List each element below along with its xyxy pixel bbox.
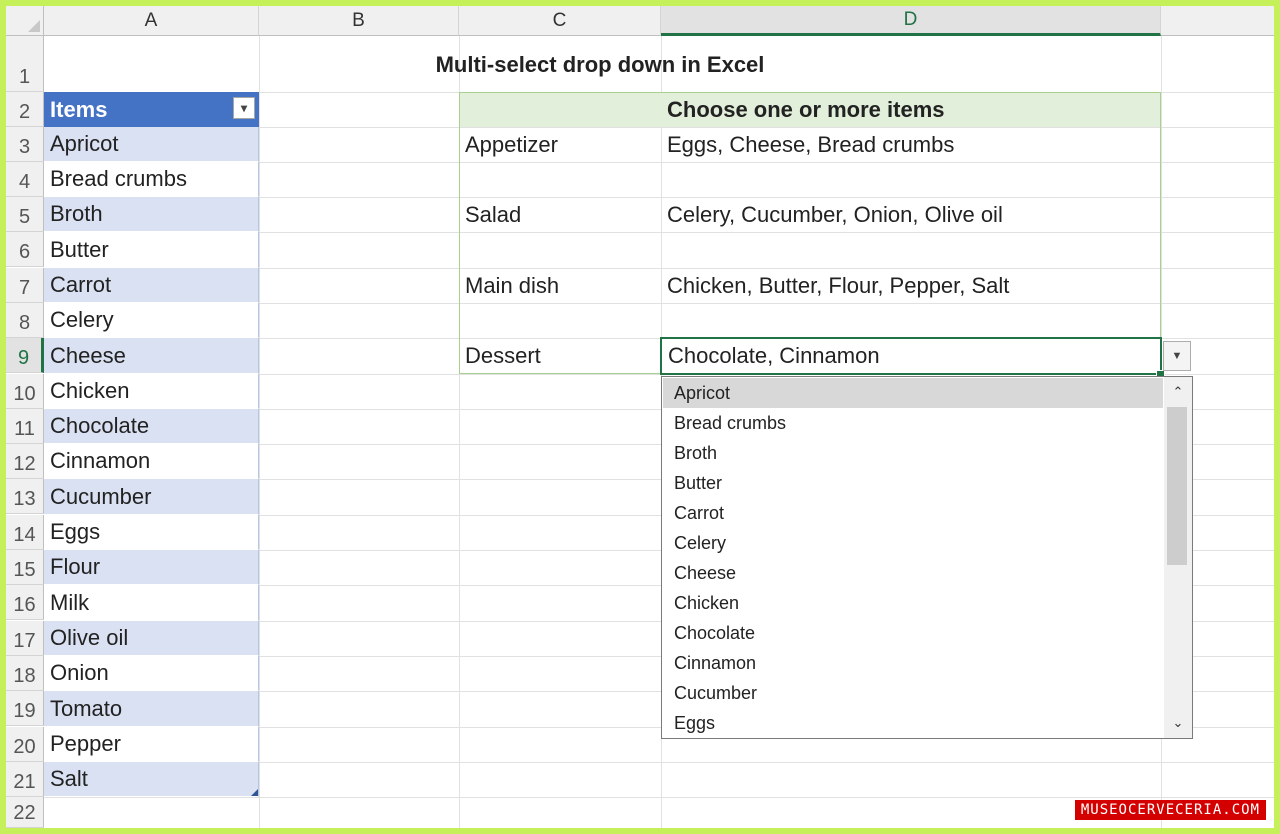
row-header-17[interactable]: 17 [6,621,44,656]
dropdown-option[interactable]: Carrot [663,498,1163,528]
items-cell[interactable]: Cinnamon [44,444,259,479]
row-header-2[interactable]: 2 [6,92,44,127]
column-header-e[interactable] [1161,6,1274,36]
row-header-12[interactable]: 12 [6,444,44,479]
items-cell[interactable]: Chocolate [44,409,259,444]
watermark: MUSEOCERVECERIA.COM [1074,800,1266,820]
sheet-title[interactable]: Multi-select drop down in Excel [300,40,900,90]
row-header-21[interactable]: 21 [6,762,44,797]
dropdown-option[interactable]: Celery [663,528,1163,558]
items-cell[interactable]: Cheese [44,338,259,374]
row-header-7[interactable]: 7 [6,268,44,303]
row-header-20[interactable]: 20 [6,727,44,762]
dropdown-scrollbar[interactable]: ⌃ ⌄ [1164,377,1192,738]
items-cell[interactable]: Carrot [44,268,259,303]
items-cell[interactable]: Celery [44,303,259,338]
row-header-9[interactable]: 9 [6,338,44,373]
row-header-11[interactable]: 11 [6,409,44,444]
chevron-down-icon[interactable]: ⌄ [1164,710,1192,736]
column-header-d[interactable]: D [661,6,1161,36]
gridline [44,797,1280,798]
items-cell[interactable]: Flour [44,550,259,585]
choice-label-main-dish[interactable]: Main dish [459,268,661,303]
row-header-6[interactable]: 6 [6,232,44,267]
items-cell[interactable]: Broth [44,197,259,232]
choice-value-appetizer[interactable]: Eggs, Cheese, Bread crumbs [661,127,1161,162]
choices-header[interactable]: Choose one or more items [459,92,1161,127]
row-header-1[interactable]: 1 [6,36,44,92]
items-cell[interactable]: Onion [44,656,259,691]
row-header-19[interactable]: 19 [6,691,44,726]
dropdown-option[interactable]: Butter [663,468,1163,498]
items-cell[interactable]: Cucumber [44,479,259,515]
choice-label-appetizer[interactable]: Appetizer [459,127,661,162]
row-header-8[interactable]: 8 [6,303,44,338]
dropdown-option[interactable]: Bread crumbs [663,408,1163,438]
scrollbar-thumb[interactable] [1167,407,1187,565]
select-all-corner[interactable] [6,6,44,36]
items-cell[interactable]: Apricot [44,127,259,162]
column-header-c[interactable]: C [459,6,661,36]
row-header-15[interactable]: 15 [6,550,44,585]
dropdown-list[interactable]: Apricot Bread crumbs Broth Butter Carrot… [661,376,1193,739]
row-header-10[interactable]: 10 [6,374,44,409]
table-resize-handle[interactable] [251,789,258,796]
column-header-a[interactable]: A [44,6,259,36]
row-header-3[interactable]: 3 [6,127,44,162]
choice-label-salad[interactable]: Salad [459,197,661,232]
filter-dropdown-icon[interactable]: ▾ [233,97,255,119]
items-header-label: Items [50,96,108,122]
dropdown-option[interactable]: Cucumber [663,678,1163,708]
items-table-header[interactable]: Items ▾ [44,92,259,127]
row-header-13[interactable]: 13 [6,479,44,514]
items-cell[interactable]: Milk [44,585,259,621]
dropdown-option[interactable]: Eggs [663,708,1163,738]
row-header-5[interactable]: 5 [6,197,44,232]
items-cell[interactable]: Eggs [44,515,259,550]
dropdown-option[interactable]: Chicken [663,588,1163,618]
chevron-down-icon[interactable]: ▼ [1163,341,1191,371]
column-header-b[interactable]: B [259,6,459,36]
items-cell[interactable]: Olive oil [44,621,259,656]
items-cell[interactable]: Bread crumbs [44,162,259,197]
dropdown-option[interactable]: Apricot [663,378,1163,408]
dropdown-option[interactable]: Cheese [663,558,1163,588]
row-header-18[interactable]: 18 [6,656,44,691]
choice-label-dessert[interactable]: Dessert [459,338,661,374]
row-header-14[interactable]: 14 [6,515,44,550]
items-cell[interactable]: Pepper [44,727,259,762]
items-cell[interactable]: Chicken [44,374,259,409]
dropdown-option[interactable]: Cinnamon [663,648,1163,678]
items-cell[interactable]: Tomato [44,691,259,727]
items-cell[interactable]: Salt [44,762,259,797]
dropdown-option[interactable]: Chocolate [663,618,1163,648]
items-cell[interactable]: Butter [44,232,259,268]
gridline [259,36,260,834]
choice-value-dessert-active[interactable]: Chocolate, Cinnamon [660,337,1162,375]
row-header-22[interactable]: 22 [6,797,44,828]
row-header-4[interactable]: 4 [6,162,44,197]
choice-value-main-dish[interactable]: Chicken, Butter, Flour, Pepper, Salt [661,268,1161,303]
row-header-16[interactable]: 16 [6,585,44,620]
chevron-up-icon[interactable]: ⌃ [1164,379,1192,405]
dropdown-option[interactable]: Broth [663,438,1163,468]
choice-value-salad[interactable]: Celery, Cucumber, Onion, Olive oil [661,197,1161,232]
